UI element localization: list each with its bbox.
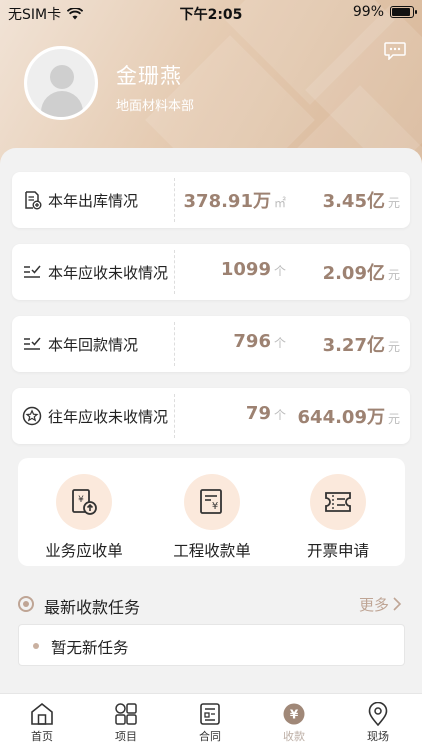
more-label: 更多 bbox=[358, 596, 389, 614]
tab-collection[interactable]: ¥ 收款 bbox=[252, 702, 336, 744]
action-label: 工程收款单 bbox=[173, 542, 251, 560]
action-label: 开票申请 bbox=[306, 542, 369, 560]
action-circle bbox=[310, 474, 366, 530]
tab-label: 项目 bbox=[115, 730, 137, 743]
action-circle: ¥ bbox=[184, 474, 240, 530]
stat-label: 本年应收未收情况 bbox=[48, 264, 169, 282]
bullet bbox=[33, 643, 39, 649]
action-project-payment[interactable]: ¥ 工程收款单 bbox=[152, 474, 272, 561]
stat-label: 本年回款情况 bbox=[48, 336, 139, 354]
tab-bar: 首页 项目 合同 ¥ 收款 现场 bbox=[0, 693, 422, 750]
divider bbox=[174, 394, 175, 438]
stat-value-secondary: 2.09亿 bbox=[322, 263, 385, 284]
tab-home[interactable]: 首页 bbox=[0, 702, 84, 744]
stat-value-secondary: 3.45亿 bbox=[322, 191, 385, 212]
action-circle: ¥ bbox=[56, 474, 112, 530]
location-icon bbox=[368, 702, 388, 726]
svg-text:¥: ¥ bbox=[290, 708, 299, 722]
stat-card-prior-receivable[interactable]: 往年应收未收情况 79 个 644.09万元 bbox=[12, 388, 410, 444]
battery-icon bbox=[390, 6, 417, 18]
stat-card-collection[interactable]: 本年回款情况 796 个 3.27亿元 bbox=[12, 316, 410, 372]
stat-unit-primary: 个 bbox=[273, 264, 286, 278]
avatar[interactable] bbox=[24, 46, 98, 120]
home-icon bbox=[31, 702, 53, 725]
receivable-doc-icon: ¥ bbox=[72, 489, 97, 515]
tab-label: 首页 bbox=[31, 730, 53, 743]
contract-icon bbox=[200, 703, 220, 725]
message-icon[interactable] bbox=[384, 42, 406, 60]
user-name: 金珊燕 bbox=[116, 64, 182, 88]
stat-unit-secondary: 元 bbox=[387, 412, 400, 426]
target-icon bbox=[18, 596, 34, 612]
tab-projects[interactable]: 项目 bbox=[84, 702, 168, 744]
task-section-header: 最新收款任务 更多 bbox=[16, 592, 406, 618]
more-link[interactable]: 更多 bbox=[359, 594, 402, 615]
stat-value-secondary: 3.27亿 bbox=[322, 335, 385, 356]
divider bbox=[174, 178, 175, 222]
tab-contracts[interactable]: 合同 bbox=[168, 702, 252, 744]
action-invoice-request[interactable]: 开票申请 bbox=[278, 474, 398, 561]
invoice-ticket-icon bbox=[325, 492, 351, 512]
stat-value-primary: 378.91万 bbox=[183, 191, 271, 212]
list-check-icon bbox=[24, 337, 41, 350]
chevron-right-icon bbox=[393, 597, 402, 611]
stat-value-secondary: 644.09万 bbox=[297, 407, 385, 428]
stat-unit-primary: ㎡ bbox=[273, 196, 286, 210]
tab-label: 收款 bbox=[283, 730, 305, 743]
stat-value-primary: 79 bbox=[245, 403, 271, 424]
empty-task-text: 暂无新任务 bbox=[51, 639, 129, 657]
task-list: 暂无新任务 bbox=[18, 624, 405, 666]
grid-icon bbox=[115, 703, 137, 725]
stat-unit-primary: 个 bbox=[273, 408, 286, 422]
quick-actions: ¥ 业务应收单 ¥ 工程收款单 开票申请 bbox=[18, 458, 405, 566]
list-check-icon bbox=[24, 265, 41, 278]
stat-unit-secondary: 元 bbox=[387, 268, 400, 282]
payment-doc-icon: ¥ bbox=[200, 489, 222, 514]
stat-label: 往年应收未收情况 bbox=[48, 408, 169, 426]
action-label: 业务应收单 bbox=[45, 542, 123, 560]
svg-text:¥: ¥ bbox=[78, 495, 84, 505]
document-add-icon bbox=[25, 191, 42, 210]
tab-label: 合同 bbox=[199, 730, 221, 743]
stat-value-primary: 796 bbox=[233, 331, 271, 352]
tab-label: 现场 bbox=[367, 730, 389, 743]
task-section-title: 最新收款任务 bbox=[44, 598, 141, 617]
stat-card-receivable[interactable]: 本年应收未收情况 1099 个 2.09亿元 bbox=[12, 244, 410, 300]
stat-value-primary: 1099 bbox=[220, 259, 271, 280]
battery-percent: 99% bbox=[352, 4, 384, 20]
tab-site[interactable]: 现场 bbox=[336, 702, 420, 744]
divider bbox=[174, 250, 175, 294]
user-department: 地面材料本部 bbox=[116, 99, 195, 114]
status-bar: 无SIM卡 下午2:05 99% bbox=[0, 0, 422, 26]
star-circle-icon bbox=[22, 406, 42, 426]
stat-unit-primary: 个 bbox=[273, 336, 286, 350]
stat-unit-secondary: 元 bbox=[387, 196, 400, 210]
stat-label: 本年出库情况 bbox=[48, 192, 139, 210]
svg-text:¥: ¥ bbox=[212, 501, 218, 512]
yuan-icon: ¥ bbox=[283, 703, 305, 725]
stat-unit-secondary: 元 bbox=[387, 340, 400, 354]
divider bbox=[174, 322, 175, 366]
action-business-receivable[interactable]: ¥ 业务应收单 bbox=[24, 474, 144, 561]
stat-card-outbound[interactable]: 本年出库情况 378.91万㎡ 3.45亿元 bbox=[12, 172, 410, 228]
